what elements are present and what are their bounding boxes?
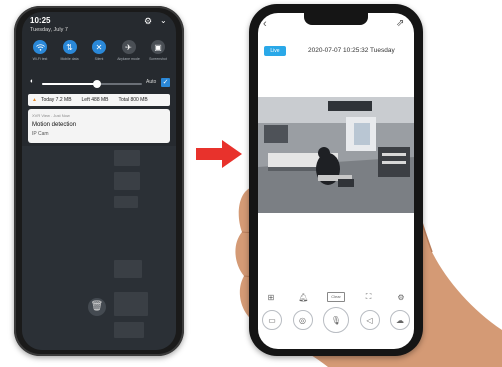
silent-icon: ✕ (92, 40, 106, 54)
notification-title: Motion detection (32, 122, 77, 128)
quick-setting-label: Screenshot (149, 57, 167, 61)
left-phone-screen: 10:25 Tuesday, July 7 ⚙ ⌄ Wi-Fi test ⇅ M… (22, 12, 176, 350)
control-toolbar-bottom: ▭ ◎ 🎙︎ ◁ ☁ (262, 307, 410, 333)
share-icon[interactable]: ⇗ (396, 18, 404, 29)
quick-setting-label: Silent (94, 57, 104, 61)
data-usage-icon: ▲ (32, 97, 37, 103)
brightness-slider[interactable] (42, 80, 142, 88)
speaker-icon[interactable]: ◁ (359, 310, 380, 330)
live-badge[interactable]: Live (264, 46, 286, 56)
quick-setting-label: Mobile data (60, 57, 79, 61)
background-thumbnail (114, 150, 140, 166)
brightness-row: ◐ Auto ✓ (30, 78, 170, 90)
data-total: Total 800 MB (118, 97, 148, 103)
trash-icon[interactable]: 🗑 (88, 298, 106, 316)
background-thumbnail (114, 322, 144, 338)
mic-icon[interactable]: 🎙︎ (323, 307, 349, 333)
screenshot-icon: ▣ (151, 40, 165, 54)
mobile-data-icon: ⇅ (62, 40, 77, 54)
quick-setting-label: Wi-Fi test (32, 57, 48, 61)
control-toolbar-top: ⊞ 🔔︎ Clear ⛶ ⚙ (262, 290, 410, 304)
brightness-fill (42, 83, 97, 85)
background-thumbnail (114, 292, 148, 316)
quick-settings-row: Wi-Fi test ⇅ Mobile data ✕ Silent ✈ Airp… (26, 40, 172, 70)
data-usage-bar: ▲ Today 7.2 MB Left 488 MB Total 800 MB (28, 94, 170, 106)
quick-setting-screenshot[interactable]: ▣ Screenshot (144, 40, 172, 70)
grid-icon[interactable]: ⊞ (262, 293, 280, 302)
wifi-icon (33, 40, 47, 54)
background-thumbnail (114, 260, 142, 278)
motion-notification[interactable]: XVR View . Just Now Motion detection IP … (28, 109, 170, 143)
clear-button[interactable]: Clear (327, 292, 345, 302)
phone-notch (304, 13, 368, 25)
snapshot-icon[interactable]: ◎ (292, 310, 313, 330)
right-phone-screen: ‹ ⇗ Live 2020-07-07 10:25:32 Tuesday ⊞ 🔔… (258, 13, 414, 349)
chevron-down-icon[interactable]: ⌄ (160, 16, 167, 25)
quick-setting-wifi[interactable]: Wi-Fi test (26, 40, 54, 70)
background-thumbnail (114, 172, 140, 190)
cloud-icon[interactable]: ☁ (390, 310, 410, 330)
quick-setting-mobile-data[interactable]: ⇅ Mobile data (56, 40, 84, 70)
quick-setting-label: Airplane mode (117, 57, 140, 61)
status-time: 10:25 (30, 16, 51, 25)
data-today: Today 7.2 MB (40, 97, 72, 103)
settings-icon[interactable]: ⚙ (392, 293, 410, 302)
video-timestamp: 2020-07-07 10:25:32 Tuesday (308, 47, 395, 54)
fullscreen-icon[interactable]: ⛶ (360, 292, 378, 302)
notification-app: XVR View . Just Now (32, 113, 70, 118)
camera-feed (258, 97, 414, 213)
quick-setting-airplane[interactable]: ✈ Airplane mode (115, 40, 143, 70)
auto-label: Auto (146, 79, 157, 85)
bell-icon[interactable]: 🔔︎ (295, 293, 313, 302)
notification-subtitle: IP Cam (32, 131, 49, 137)
data-left: Left 488 MB (81, 97, 109, 103)
record-icon[interactable]: ▭ (262, 310, 282, 330)
quick-setting-silent[interactable]: ✕ Silent (85, 40, 113, 70)
brightness-icon: ◐ (30, 78, 35, 85)
background-thumbnail (114, 196, 138, 208)
gear-icon[interactable]: ⚙ (144, 16, 152, 27)
airplane-icon: ✈ (121, 40, 136, 54)
status-date: Tuesday, July 7 (30, 27, 68, 33)
back-icon[interactable]: ‹ (263, 18, 267, 30)
brightness-knob[interactable] (93, 80, 101, 88)
auto-checkbox[interactable]: ✓ (161, 78, 170, 87)
dimmed-background: 🗑 (22, 146, 176, 350)
